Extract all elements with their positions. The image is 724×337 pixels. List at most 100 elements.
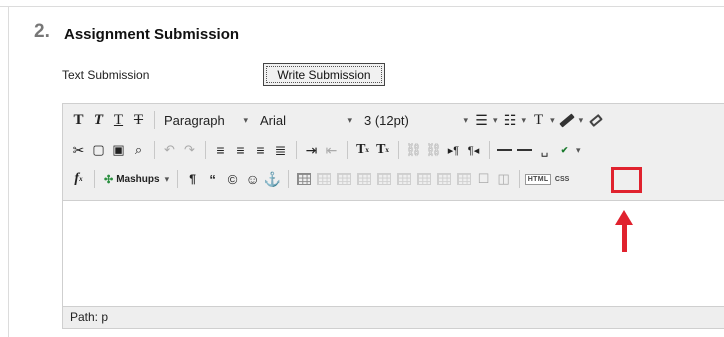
toolbar-separator (489, 141, 490, 159)
write-submission-button[interactable]: Write Submission (263, 63, 385, 86)
toolbar-separator (296, 141, 297, 159)
mashups-label: Mashups (116, 173, 160, 185)
copyright-icon[interactable]: © (223, 170, 242, 189)
highlight-pen-icon[interactable] (558, 111, 577, 130)
bullet-list-icon[interactable]: ☰ (472, 111, 491, 130)
toolbar-row-1: T T T T Paragraph ▾ Arial ▾ 3 (12pt) ▾ ☰ ▾ ☷… (69, 108, 606, 132)
section-number: 2. (34, 21, 50, 42)
eraser-icon[interactable] (586, 111, 605, 130)
eraser-shape (588, 113, 603, 127)
table-col-icon[interactable] (334, 170, 353, 189)
rtl-icon[interactable]: ¶◂ (464, 141, 483, 160)
html-button: HTML (524, 173, 552, 185)
frame-left-border (8, 6, 9, 337)
formula-icon[interactable]: fx (69, 170, 88, 189)
table-grid (396, 173, 411, 185)
columns-icon[interactable]: ◫ (494, 170, 513, 189)
table-grid (436, 173, 451, 185)
chevron-down-icon[interactable]: ▾ (550, 115, 555, 126)
table-grid (456, 173, 471, 185)
justify-icon[interactable]: ≣ (271, 141, 290, 160)
section-title: Assignment Submission (64, 26, 240, 43)
table-props-icon[interactable] (454, 170, 473, 189)
toolbar-row-2: ✂ ▢ ▣ ⌕ ↶ ↷ ≡ ≡ ≡ ≣ ⇥ ⇤ Tx Tx ⛓ ⛓ ▸¶ ¶◂ (69, 138, 584, 162)
table-delete-icon[interactable] (434, 170, 453, 189)
blockquote-icon[interactable]: “ (203, 170, 222, 189)
chevron-down-icon[interactable]: ▾ (493, 115, 498, 126)
toolbar-separator (177, 170, 179, 188)
table-grid (336, 173, 351, 185)
outdent-icon[interactable]: ⇤ (322, 141, 341, 160)
table-grid (376, 173, 391, 185)
chevron-down-icon: ▾ (347, 114, 352, 125)
superscript-icon[interactable]: Tx (353, 141, 372, 160)
css-icon[interactable]: CSS (552, 170, 572, 189)
toolbar-row-3: fx ✣ Mashups ▾ ¶ “ © ☺ ⚓ ☐ ◫ HTML CSS (69, 167, 573, 191)
emoticon-icon[interactable]: ☺ (243, 170, 262, 189)
chevron-down-icon[interactable]: ▾ (576, 145, 581, 156)
html-icon[interactable]: HTML (524, 170, 552, 189)
align-center-icon[interactable]: ≡ (231, 141, 250, 160)
font-dropdown[interactable]: Arial ▾ (256, 110, 356, 130)
italic-icon[interactable]: T (89, 111, 108, 130)
hr-shape (517, 149, 532, 151)
toolbar-separator (154, 111, 155, 129)
table-grid (316, 173, 331, 185)
hr-shape (497, 149, 512, 151)
frame-top-border (0, 6, 724, 7)
nonbreaking-space-icon[interactable]: ␣ (535, 141, 554, 160)
table-merge-icon[interactable] (374, 170, 393, 189)
copy-icon[interactable]: ▢ (89, 141, 108, 160)
html-highlight-box (611, 167, 642, 193)
table-row-icon[interactable] (314, 170, 333, 189)
text-submission-label: Text Submission (62, 68, 150, 82)
format-dropdown-value: Paragraph (164, 112, 225, 128)
cut-icon[interactable]: ✂ (69, 141, 88, 160)
format-dropdown[interactable]: Paragraph ▾ (160, 110, 252, 130)
spellcheck-check: ✔ (560, 144, 569, 155)
horizontal-rule-icon[interactable] (495, 141, 514, 160)
spellcheck-icon[interactable]: ✔ (555, 141, 574, 160)
redo-icon[interactable]: ↷ (180, 141, 199, 160)
red-arrow-shaft (622, 223, 627, 252)
undo-icon[interactable]: ↶ (160, 141, 179, 160)
table-cell-icon[interactable] (354, 170, 373, 189)
find-icon[interactable]: ⌕ (129, 141, 148, 160)
chevron-down-icon[interactable]: ▾ (165, 174, 170, 185)
link-icon[interactable]: ⛓ (404, 141, 423, 160)
indent-icon[interactable]: ⇥ (302, 141, 321, 160)
subscript-icon[interactable]: Tx (373, 141, 392, 160)
text-color-icon[interactable]: T (529, 111, 548, 130)
mashups-menu[interactable]: ✣ Mashups (100, 169, 164, 189)
table-icon[interactable] (294, 170, 313, 189)
unlink-icon[interactable]: ⛓ (424, 141, 443, 160)
pen-shape (559, 112, 575, 128)
align-left-icon[interactable]: ≡ (211, 141, 230, 160)
align-right-icon[interactable]: ≡ (251, 141, 270, 160)
chevron-down-icon: ▾ (243, 114, 248, 125)
paste-icon[interactable]: ▣ (109, 141, 128, 160)
table-grid (416, 173, 431, 185)
editor-toolbar: T T T T Paragraph ▾ Arial ▾ 3 (12pt) ▾ ☰ ▾ ☷… (63, 104, 724, 201)
table-insert-icon[interactable] (414, 170, 433, 189)
box-icon[interactable]: ☐ (474, 170, 493, 189)
numbered-list-icon[interactable]: ☷ (501, 111, 520, 130)
size-dropdown-value: 3 (12pt) (364, 112, 409, 128)
toolbar-separator (205, 141, 206, 159)
chevron-down-icon[interactable]: ▾ (522, 115, 527, 126)
underline-icon[interactable]: T (109, 111, 128, 130)
font-dropdown-value: Arial (260, 112, 287, 128)
table-grid (296, 173, 311, 185)
anchor-icon[interactable]: ⚓ (263, 170, 282, 189)
ltr-icon[interactable]: ▸¶ (444, 141, 463, 160)
toolbar-separator (154, 141, 155, 159)
table-split-icon[interactable] (394, 170, 413, 189)
chevron-down-icon[interactable]: ▾ (579, 115, 584, 126)
horizontal-rule-icon[interactable] (515, 141, 534, 160)
paragraph-mark-icon[interactable]: ¶ (183, 170, 202, 189)
css-button: CSS (554, 175, 570, 183)
size-dropdown[interactable]: 3 (12pt) ▾ (360, 110, 472, 130)
strikethrough-icon[interactable]: T (129, 111, 148, 130)
bold-icon[interactable]: T (69, 111, 88, 130)
table-grid (356, 173, 371, 185)
